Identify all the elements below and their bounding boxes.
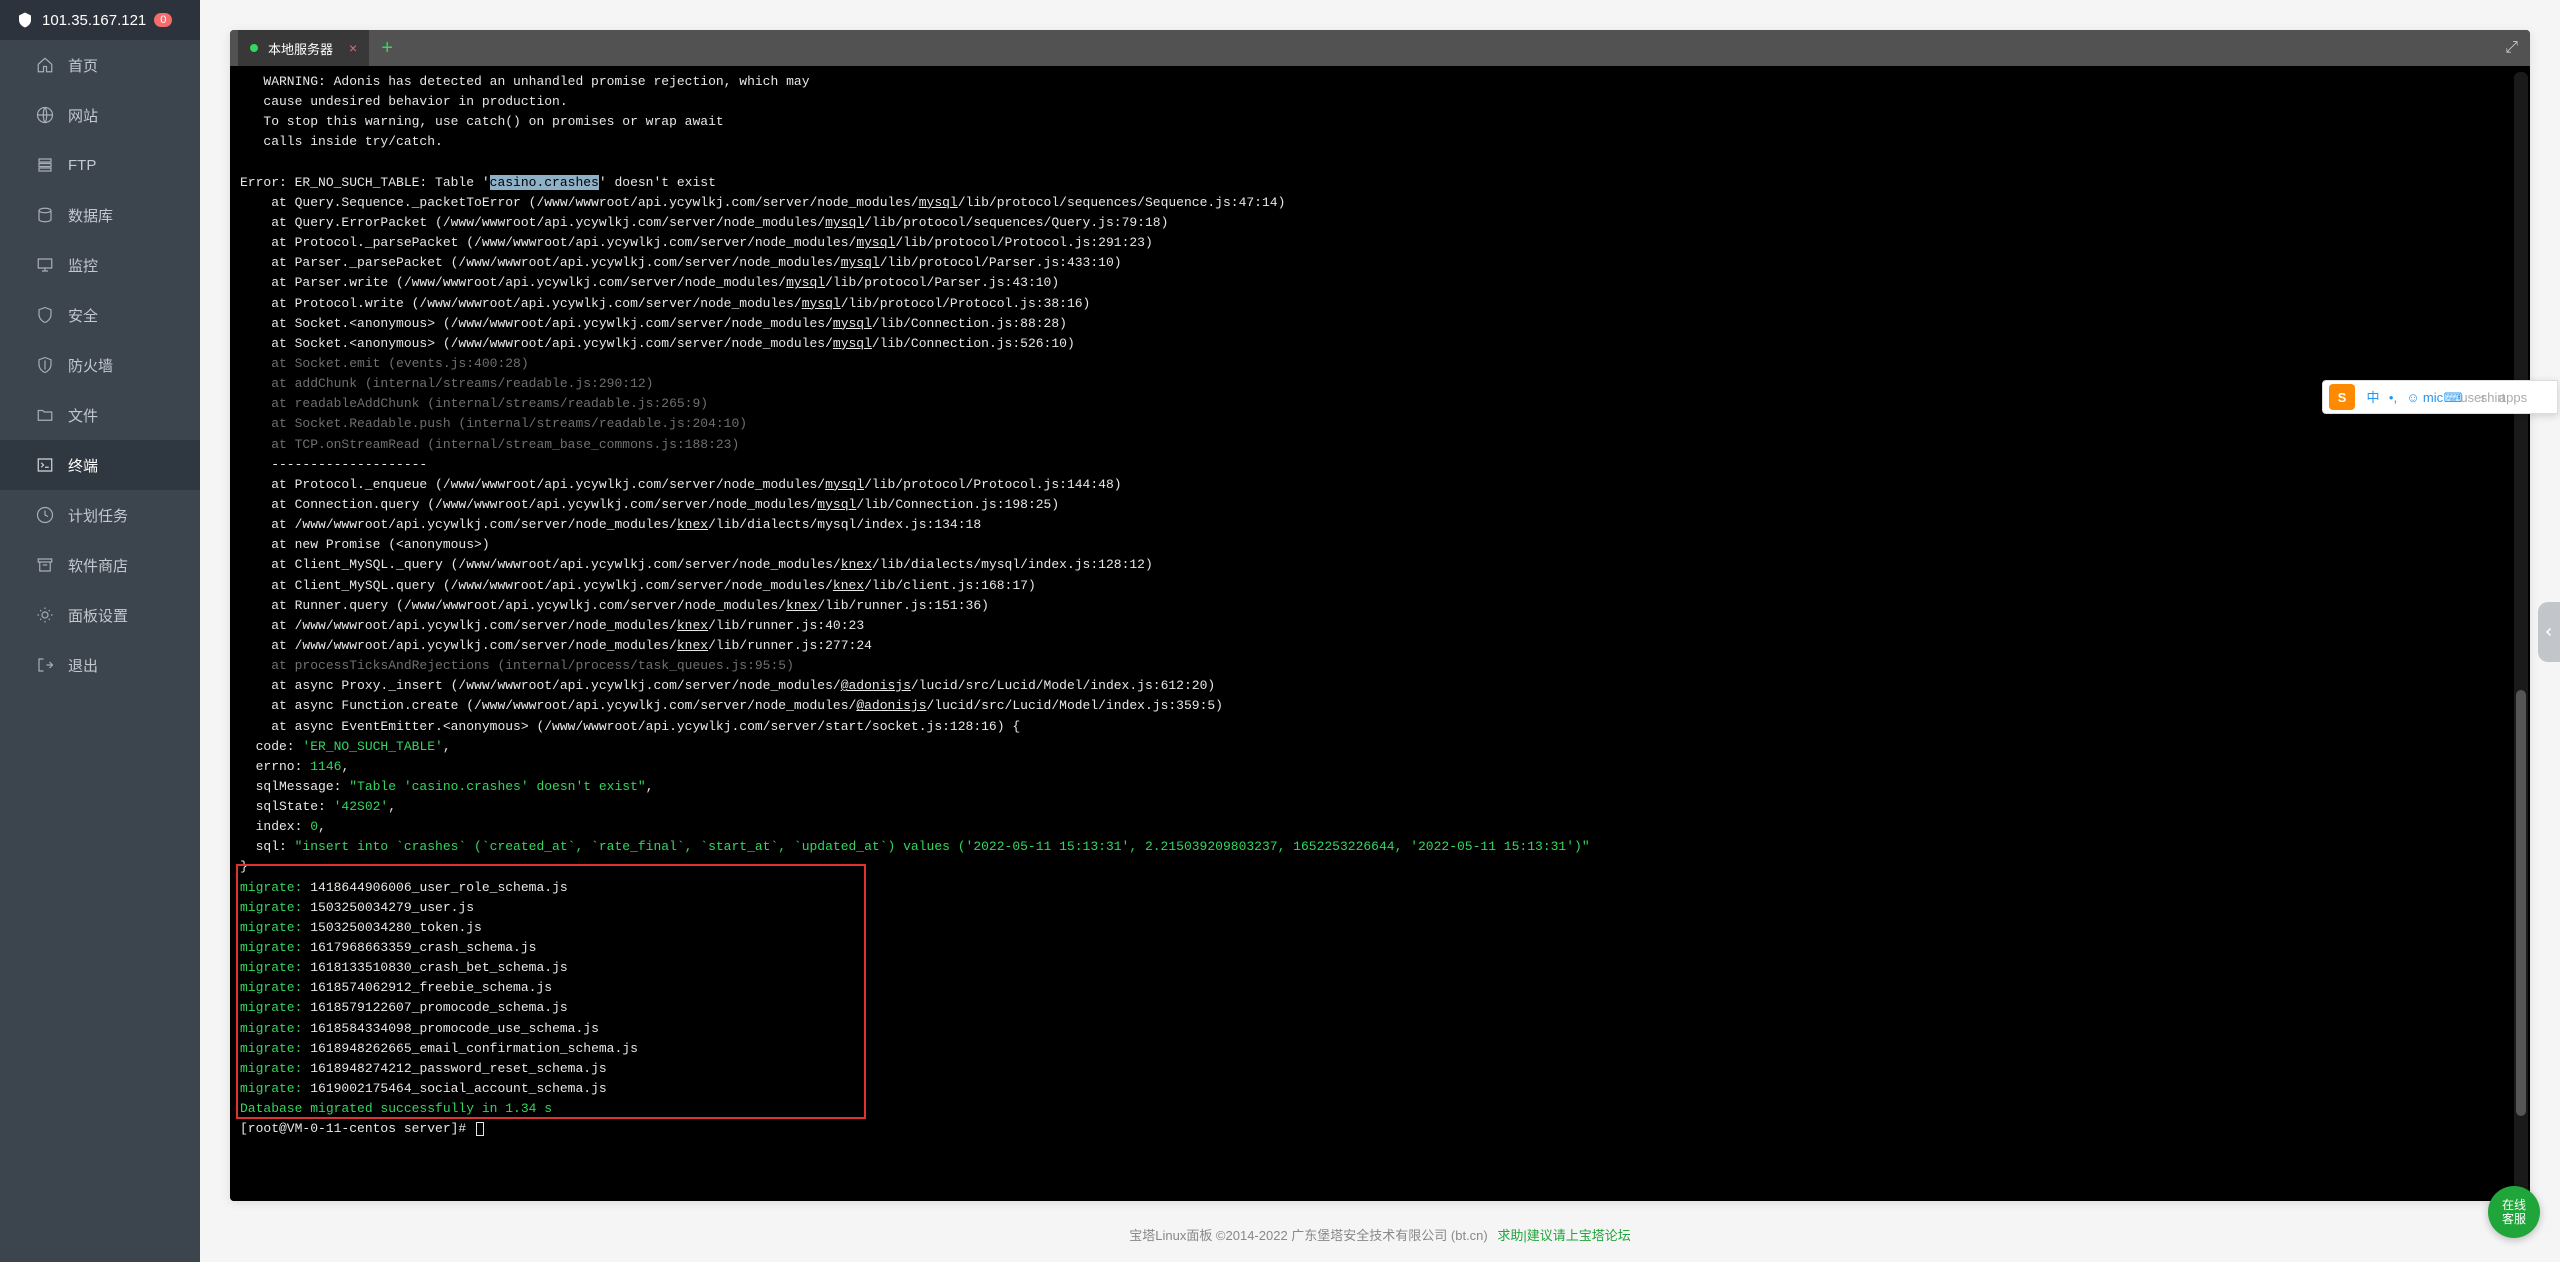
- sidebar-item-label: 首页: [68, 55, 98, 76]
- ime-icon-2[interactable]: ☺: [2403, 387, 2423, 407]
- ime-icon-0[interactable]: 中: [2363, 386, 2383, 406]
- customer-service-button[interactable]: 在线 客服: [2488, 1186, 2540, 1238]
- sidebar-item-logout[interactable]: 退出: [0, 640, 200, 690]
- footer-link[interactable]: 求助|建议请上宝塔论坛: [1497, 1228, 1630, 1243]
- monitor-icon: [36, 256, 54, 274]
- home-icon: [36, 56, 54, 74]
- store-icon: [36, 556, 54, 574]
- sidebar-item-label: 文件: [68, 405, 98, 426]
- sidebar-header: 101.35.167.121 0: [0, 0, 200, 40]
- sidebar-item-label: 网站: [68, 105, 98, 126]
- sidebar-item-monitor[interactable]: 监控: [0, 240, 200, 290]
- terminal-tab-local[interactable]: 本地服务器 ×: [238, 30, 369, 66]
- terminal-icon: [36, 456, 54, 474]
- sidebar-item-security[interactable]: 安全: [0, 290, 200, 340]
- sidebar-item-label: FTP: [68, 157, 96, 174]
- sidebar-item-label: 终端: [68, 455, 98, 476]
- terminal-tabs: 本地服务器 × + ⤢: [230, 30, 2530, 66]
- sidebar-item-settings[interactable]: 面板设置: [0, 590, 200, 640]
- close-tab-icon[interactable]: ×: [343, 40, 357, 56]
- logout-icon: [36, 656, 54, 674]
- sidebar-item-firewall[interactable]: 防火墙: [0, 340, 200, 390]
- ime-logo-icon: S: [2329, 384, 2355, 410]
- add-tab-button[interactable]: +: [369, 30, 405, 66]
- notification-badge[interactable]: 0: [154, 13, 172, 27]
- shield-icon: [36, 306, 54, 324]
- sidebar-item-terminal[interactable]: 终端: [0, 440, 200, 490]
- terminal-scrollbar[interactable]: [2514, 72, 2528, 1195]
- sidebar-item-label: 安全: [68, 305, 98, 326]
- sidebar-item-label: 数据库: [68, 205, 113, 226]
- customer-service-label: 在线 客服: [2502, 1198, 2526, 1227]
- sidebar-item-ftp[interactable]: FTP: [0, 140, 200, 190]
- cron-icon: [36, 506, 54, 524]
- terminal-scrollbar-thumb[interactable]: [2516, 690, 2526, 1117]
- terminal-tab-label: 本地服务器: [268, 39, 333, 58]
- sidebar-item-label: 防火墙: [68, 355, 113, 376]
- folder-icon: [36, 406, 54, 424]
- ime-icon-1[interactable]: •,: [2383, 387, 2403, 407]
- firewall-icon: [36, 356, 54, 374]
- sidebar-item-site[interactable]: 网站: [0, 90, 200, 140]
- settings-icon: [36, 606, 54, 624]
- footer-text: 宝塔Linux面板 ©2014-2022 广东堡塔安全技术有限公司 (bt.cn…: [1129, 1228, 1488, 1243]
- ftp-icon: [36, 156, 54, 174]
- fullscreen-icon[interactable]: ⤢: [2505, 39, 2518, 57]
- terminal-body[interactable]: WARNING: Adonis has detected an unhandle…: [230, 66, 2530, 1201]
- sidebar-item-label: 监控: [68, 255, 98, 276]
- sidebar: 101.35.167.121 0 首页网站 FTP 数据库监控安全防火墙文件终端计划…: [0, 0, 200, 1262]
- main: 本地服务器 × + ⤢ WARNING: Adonis has detected…: [200, 0, 2560, 1262]
- sidebar-item-label: 软件商店: [68, 555, 128, 576]
- sidebar-item-label: 退出: [68, 655, 98, 676]
- globe-icon: [36, 106, 54, 124]
- footer: 宝塔Linux面板 ©2014-2022 广东堡塔安全技术有限公司 (bt.cn…: [200, 1211, 2560, 1262]
- sidebar-item-store[interactable]: 软件商店: [0, 540, 200, 590]
- ime-toolbar[interactable]: S 中•,☺mic⌨usershirtapps: [2322, 380, 2558, 414]
- server-ip: 101.35.167.121: [42, 12, 146, 29]
- terminal-output: WARNING: Adonis has detected an unhandle…: [240, 72, 2520, 1139]
- sidebar-item-files[interactable]: 文件: [0, 390, 200, 440]
- ime-icon-7[interactable]: apps: [2503, 387, 2523, 407]
- expand-handle[interactable]: [2538, 602, 2560, 662]
- terminal-panel: 本地服务器 × + ⤢ WARNING: Adonis has detected…: [230, 30, 2530, 1201]
- sidebar-item-label: 面板设置: [68, 605, 128, 626]
- status-dot-icon: [250, 44, 258, 52]
- ime-icon-3[interactable]: mic: [2423, 387, 2443, 407]
- db-icon: [36, 206, 54, 224]
- sidebar-item-cron[interactable]: 计划任务: [0, 490, 200, 540]
- sidebar-item-label: 计划任务: [68, 505, 128, 526]
- sidebar-item-home[interactable]: 首页: [0, 40, 200, 90]
- bt-logo-icon: [16, 11, 34, 29]
- sidebar-item-db[interactable]: 数据库: [0, 190, 200, 240]
